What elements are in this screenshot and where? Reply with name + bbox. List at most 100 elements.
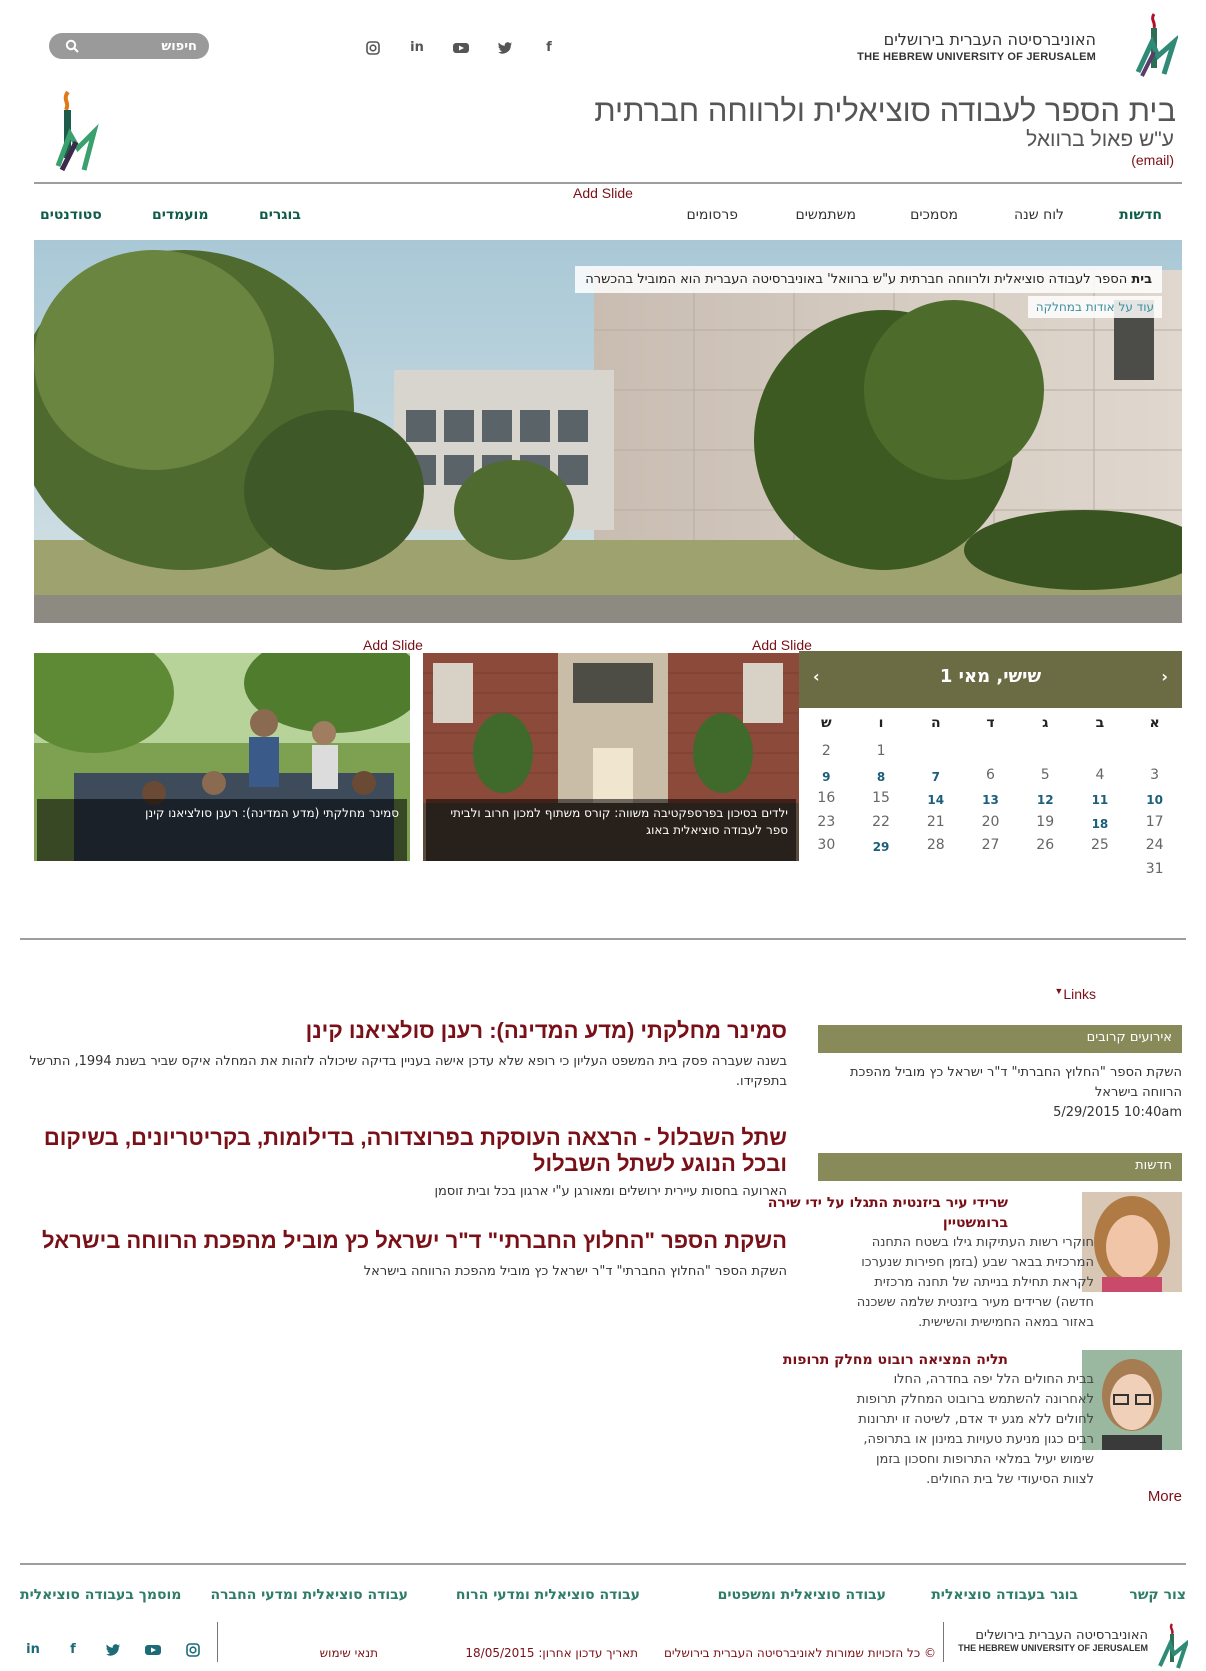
calendar-day: 3 [1150,766,1160,783]
calendar-day: 5 [1040,766,1050,783]
footer-link-ma[interactable]: מוסמך בעבודה סוציאלית [20,1587,181,1603]
footer-university-logo[interactable]: האוניברסיטה העברית בירושלים THE HEBREW U… [958,1628,1148,1653]
nav-item-news[interactable]: חדשות [1119,207,1162,223]
calendar-day-event[interactable]: 12 [1025,793,1065,807]
footer-link-contact[interactable]: צור קשר [1129,1587,1186,1603]
calendar-day: 2 [821,743,831,759]
footer-link-ba[interactable]: בוגר בעבודה סוציאלית [931,1587,1078,1603]
add-slide-link[interactable]: Add Slide [363,637,423,653]
twitter-icon[interactable] [494,38,516,58]
slide-caption: סמינר מחלקתי (מדע המדינה): רענן סולציאנו… [37,799,407,861]
calendar-day-header: ה [930,715,941,731]
links-toggle[interactable]: ▼Links [1054,986,1096,1002]
university-name-he: האוניברסיטה העברית בירושלים [975,1628,1148,1643]
search-box [49,33,209,59]
footer-vertical-divider [943,1622,944,1662]
huji-logo-icon [1158,1623,1188,1669]
twitter-icon[interactable] [102,1640,124,1660]
article-title[interactable]: סמינר מחלקתי (מדע המדינה): רענן סולציאנו… [27,1018,787,1044]
instagram-icon[interactable] [362,38,384,58]
article-body: השקת הספר "החלוץ החברתי" ד"ר ישראל כץ מו… [363,1264,787,1279]
copyright-text: © כל הזכויות שמורות לאוניברסיטה העברית ב… [663,1646,936,1660]
calendar-day: 30 [817,837,836,853]
footer-vertical-divider [217,1622,218,1662]
nav-item-documents[interactable]: מסמכים [910,207,958,223]
calendar-day-event[interactable]: 10 [1135,793,1175,807]
calendar-day-event[interactable]: 29 [861,840,901,854]
nav-item-publications[interactable]: פרסומים [687,207,738,223]
calendar-day: 23 [817,813,836,830]
calendar-day: 24 [1145,837,1164,853]
upcoming-event-text[interactable]: השקת הספר "החלוץ החברתי" ד"ר ישראל כץ מו… [842,1063,1182,1103]
nav-item-users[interactable]: משתמשים [796,207,856,223]
news-image-woman-glasses [1082,1350,1182,1450]
calendar-day-header: א [1149,715,1160,731]
upcoming-event-date: 5/29/2015 10:40am [1053,1105,1182,1120]
calendar-day-header: ד [986,715,995,731]
search-input[interactable] [87,36,197,56]
calendar-day-event[interactable]: 13 [971,793,1011,807]
last-update-text: תאריך עדכון אחרון: 18/05/2015 [465,1646,638,1660]
article-title[interactable]: שתל השבלול - הרצאה העוסקת בפרוצדורה, בדי… [27,1125,787,1177]
nav-item-graduates[interactable]: בוגרים [259,207,301,223]
footer-link-law[interactable]: עבודה סוציאלית ומשפטים [718,1587,886,1603]
youtube-icon[interactable] [142,1640,164,1660]
terms-link[interactable]: תנאי שימוש [320,1646,378,1660]
calendar-day-header: ו [878,715,884,731]
nav-item-calendar[interactable]: לוח שנה [1014,207,1064,223]
calendar-day: 4 [1095,766,1105,783]
linkedin-icon[interactable]: in [22,1640,44,1660]
caret-down-icon: ▼ [1054,986,1064,996]
calendar-header: ‹ שישי, מאי 1 › [799,651,1182,708]
news-slide-seminar[interactable]: סמינר מחלקתי (מדע המדינה): רענן סולציאנו… [34,653,410,861]
university-name-en: THE HEBREW UNIVERSITY OF JERUSALEM [958,1643,1148,1653]
footer-link-humanities[interactable]: עבודה סוציאלית ומדעי הרוח [456,1587,640,1603]
calendar-day-header: ש [821,715,832,731]
news-heading: חדשות [818,1153,1182,1181]
university-name-he: האוניברסיטה העברית בירושלים [883,30,1096,49]
article-title[interactable]: השקת הספר "החלוץ החברתי" ד"ר ישראל כץ מו… [27,1228,787,1254]
calendar-day-event[interactable]: 14 [916,793,956,807]
instagram-icon[interactable] [182,1640,204,1660]
calendar-day-event[interactable]: 7 [916,770,956,784]
article-body: הארועה בחסות עיירית ירושלים ומאורגן ע"י … [434,1184,787,1199]
nav-item-candidates[interactable]: מועמדים [152,207,209,223]
more-news-link[interactable]: More [1148,1488,1182,1505]
calendar-day: 28 [926,837,945,853]
nav-item-students[interactable]: סטודנטים [40,207,102,223]
calendar-day-event[interactable]: 11 [1080,793,1120,807]
calendar-day: 25 [1091,837,1109,853]
chevron-right-icon[interactable]: › [1161,667,1168,686]
calendar-day: 15 [872,790,890,806]
news-item-title[interactable]: תליה המציאה רובוט מחלק תרופות [748,1350,1008,1370]
footer-divider [20,1563,1186,1565]
calendar-day: 17 [1145,813,1164,830]
news-item-title[interactable]: שרידי עיר ביזנטית התגלו על ידי שירה ברומ… [748,1193,1008,1233]
calendar-day: 1 [876,743,886,759]
news-item-body: חוקרי רשות העתיקות גילו בשטח התחנה המרכז… [856,1235,1094,1330]
calendar-day-event[interactable]: 9 [806,770,846,784]
footer-link-social-sciences[interactable]: עבודה סוציאלית ומדעי החברה [210,1587,408,1603]
university-name-en: THE HEBREW UNIVERSITY OF JERUSALEM [857,51,1096,63]
linkedin-icon[interactable]: in [406,38,428,58]
youtube-icon[interactable] [450,38,472,58]
hero-more-link[interactable]: עוד על אודות במחלקה [1027,296,1162,318]
calendar-day: 22 [872,813,890,830]
links-label: Links [1063,986,1096,1002]
news-item-body: בבית החולים הלל יפה בחדרה, החלו לאחרונה … [856,1372,1094,1487]
calendar-day-event[interactable]: 18 [1080,817,1120,831]
facebook-icon[interactable]: f [62,1640,84,1660]
calendar-day: 31 [1145,860,1164,877]
hero-slide[interactable]: בית הספר לעבודה סוציאלית ולרווחה חברתית … [34,240,1182,623]
university-logo[interactable]: האוניברסיטה העברית בירושלים THE HEBREW U… [857,30,1096,63]
add-slide-link[interactable]: Add Slide [573,185,633,201]
campus-building-image [34,240,1182,623]
calendar-day-event[interactable]: 8 [861,770,901,784]
calendar-day: 26 [1036,837,1055,853]
facebook-icon[interactable]: f [538,38,560,58]
news-slide-course[interactable]: ילדים בסיכון בפרספקטיבה משווה: קורס משתו… [423,653,799,861]
upcoming-events-heading: אירועים קרובים [818,1025,1182,1053]
article-body: בשנה שעברה פסק בית המשפט העליון כי רופא … [29,1054,787,1089]
email-link[interactable]: (email) [1131,152,1174,168]
search-icon[interactable] [65,39,79,53]
